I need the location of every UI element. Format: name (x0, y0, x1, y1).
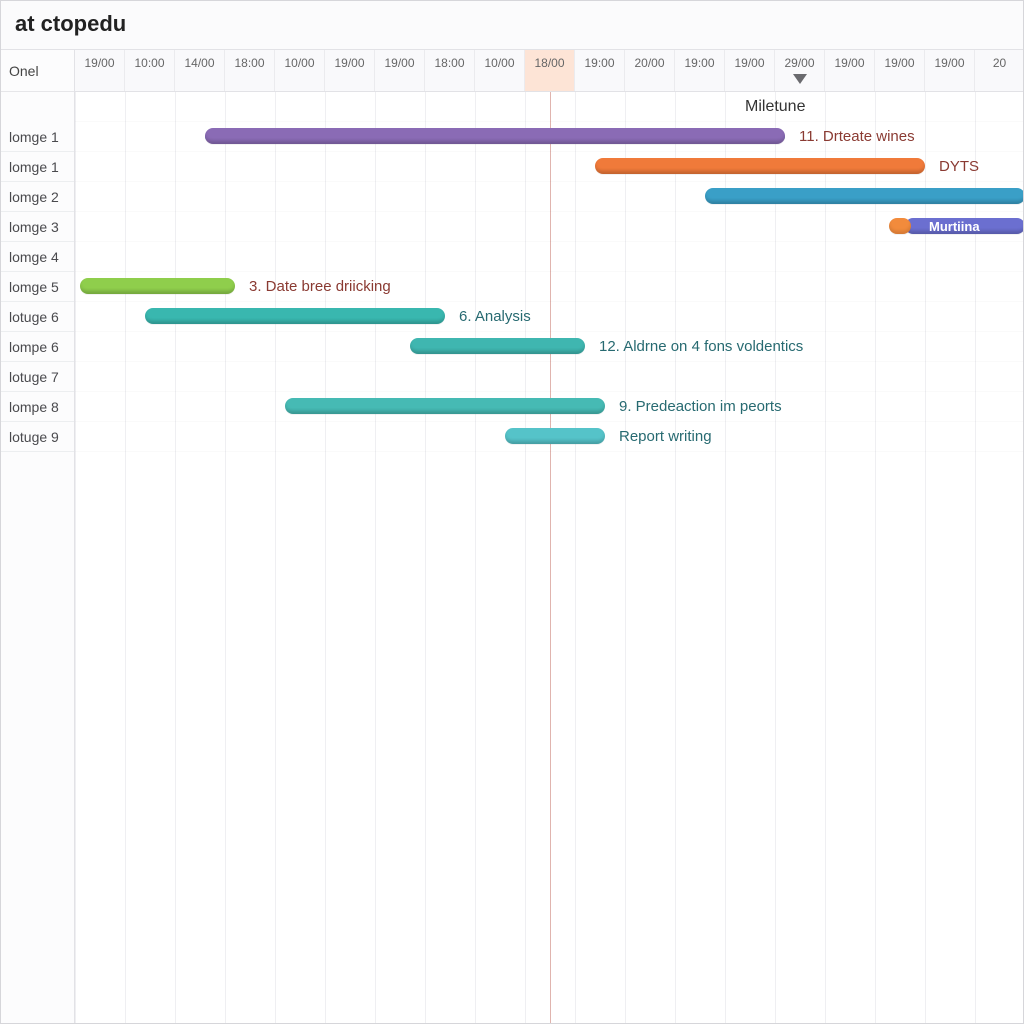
page-title: at ctopedu (1, 1, 1023, 50)
time-tick[interactable]: 19/00 (725, 50, 775, 91)
time-tick[interactable]: 14/00 (175, 50, 225, 91)
time-tick[interactable]: 19/00 (925, 50, 975, 91)
gantt-bar-label: 3. Date bree driicking (249, 278, 391, 295)
sidebar-row[interactable]: lompe 8 (1, 392, 74, 422)
sidebar-row[interactable]: lomge 2 (1, 182, 74, 212)
time-tick[interactable]: 19/00 (875, 50, 925, 91)
task-sidebar: Onel lomge 1lomge 1lomge 2lomge 3lomge 4… (1, 50, 75, 1023)
gantt-bar-label: Report writing (619, 428, 712, 445)
time-tick[interactable]: 19/00 (325, 50, 375, 91)
gantt-bar-label: 11. Drteate wines (799, 128, 915, 145)
sidebar-row[interactable]: lomge 1 (1, 152, 74, 182)
gantt-bar-label-inside: Murtiina (929, 219, 980, 234)
time-tick[interactable]: 19:00 (575, 50, 625, 91)
time-tick[interactable]: 18/00 (525, 50, 575, 91)
gantt-bar[interactable] (410, 338, 585, 354)
sidebar-row[interactable]: lotuge 9 (1, 422, 74, 452)
gantt-bar[interactable] (80, 278, 235, 294)
gantt-bar-label: 12. Aldrne on 4 fons voldentics (599, 338, 803, 355)
time-tick[interactable]: 19/00 (825, 50, 875, 91)
time-header[interactable]: 19/0010:0014/0018:0010/0019/0019/0018:00… (75, 50, 1023, 92)
gantt-app: at ctopedu Onel lomge 1lomge 1lomge 2lom… (0, 0, 1024, 1024)
gantt-bar[interactable] (705, 188, 1023, 204)
gantt-bar-label: DYTS (939, 158, 979, 175)
sidebar-row[interactable]: lomge 4 (1, 242, 74, 272)
time-tick[interactable]: 19/00 (375, 50, 425, 91)
time-tick[interactable]: 18:00 (225, 50, 275, 91)
sidebar-rows: lomge 1lomge 1lomge 2lomge 3lomge 4lomge… (1, 92, 74, 1023)
gantt-bar-label: 9. Predeaction im peorts (619, 398, 782, 415)
sidebar-header: Onel (1, 50, 74, 92)
main-panel: Onel lomge 1lomge 1lomge 2lomge 3lomge 4… (1, 50, 1023, 1023)
gantt-bar-prefix (889, 218, 911, 234)
sidebar-row[interactable]: lomge 3 (1, 212, 74, 242)
gantt-bar[interactable] (505, 428, 605, 444)
sidebar-row[interactable]: lomge 1 (1, 122, 74, 152)
gantt-bar[interactable] (145, 308, 445, 324)
time-tick[interactable]: 19/00 (75, 50, 125, 91)
sidebar-row[interactable]: lompe 6 (1, 332, 74, 362)
gantt-rows: Miletune11. Drteate winesDYTS12. SouMurt… (75, 92, 1023, 1023)
gantt-chart-body[interactable]: Miletune11. Drteate winesDYTS12. SouMurt… (75, 92, 1023, 1023)
sidebar-row[interactable] (1, 92, 74, 122)
gantt-bar-label: 6. Analysis (459, 308, 531, 325)
timeline-pane[interactable]: 19/0010:0014/0018:0010/0019/0019/0018:00… (75, 50, 1023, 1023)
time-tick[interactable]: 19:00 (675, 50, 725, 91)
sidebar-row[interactable]: lotuge 6 (1, 302, 74, 332)
time-tick[interactable]: 10/00 (275, 50, 325, 91)
sidebar-row[interactable]: lotuge 7 (1, 362, 74, 392)
gantt-bar[interactable] (205, 128, 785, 144)
time-tick[interactable]: 29/00 (775, 50, 825, 91)
sidebar-row[interactable]: lomge 5 (1, 272, 74, 302)
gantt-bar[interactable] (285, 398, 605, 414)
time-tick[interactable]: 18:00 (425, 50, 475, 91)
time-tick[interactable]: 20/00 (625, 50, 675, 91)
gantt-bar[interactable] (595, 158, 925, 174)
time-tick[interactable]: 10/00 (475, 50, 525, 91)
time-marker-icon[interactable] (793, 74, 807, 84)
time-tick[interactable]: 10:00 (125, 50, 175, 91)
time-tick[interactable]: 20 (975, 50, 1024, 91)
